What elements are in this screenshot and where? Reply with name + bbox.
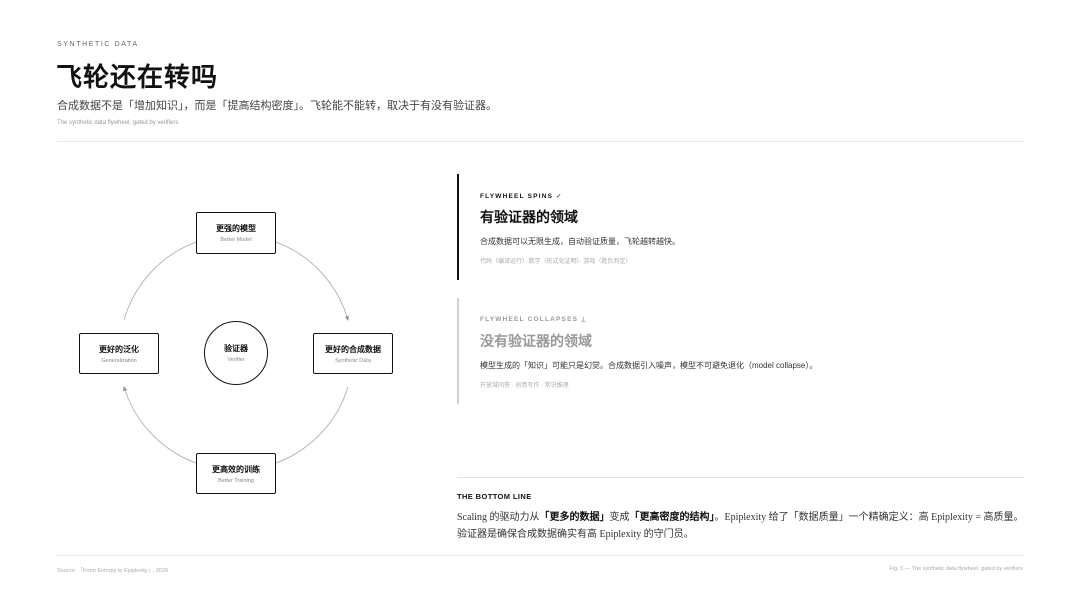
page-subtitle-en: The synthetic data flywheel, gated by ve… [57,120,179,126]
node-sublabel: Verifier [227,357,245,363]
bottom-line-label: THE BOTTOM LINE [457,492,532,501]
card-description: 合成数据可以无限生成，自动验证质量，飞轮越转越快。 [480,237,680,246]
node-label: 更好的泛化 [99,344,139,354]
arc-right-bottom [275,386,349,464]
card-flywheel-spins: FLYWHEEL SPINS ✓ 有验证器的领域 合成数据可以无限生成，自动验证… [457,174,680,280]
page-subtitle: 合成数据不是「增加知识」，而是「提高结构密度」。飞轮能不能转，取决于有没有验证器… [57,100,497,112]
card-label: FLYWHEEL SPINS ✓ [480,193,563,200]
arc-bottom-left [122,386,197,464]
eyebrow: SYNTHETIC DATA [57,41,139,48]
bottom-line-divider [457,477,1024,478]
node-label: 更好的合成数据 [325,344,381,354]
arc-top-right [275,241,350,321]
emphasis-higher-density: 「更高密度的结构」 [629,512,715,523]
node-sublabel: Synthetic Data [335,357,371,364]
node-label: 更高效的训练 [212,464,260,474]
node-sublabel: Better Model [220,237,252,243]
page-title: 飞轮还在转吗 [56,62,219,92]
node-sublabel: Generalization [101,357,137,364]
arc-left-top [123,241,197,321]
node-label: 验证器 [224,344,248,353]
footer-divider [57,555,1024,556]
emphasis-more-data: 「更多的数据」 [539,512,610,523]
node-better-model: 更强的模型 Better Model [196,212,276,254]
header-divider [57,141,1024,142]
text-run: Scaling 的驱动力从 [457,512,540,523]
card-heading: 有验证器的领域 [480,209,578,225]
node-verifier: 验证器 Verifier [204,321,268,385]
card-heading: 没有验证器的领域 [480,333,592,349]
text-run: 变成 [609,512,630,523]
node-label: 更强的模型 [216,224,256,233]
footer-figure-caption: Fig. 5 — The synthetic data flywheel, ga… [889,566,1024,572]
node-synthetic-data: 更好的合成数据 Synthetic Data [313,333,393,374]
card-flywheel-collapses: FLYWHEEL COLLAPSES ⟂ 没有验证器的领域 模型生成的「知识」可… [457,298,817,404]
node-generalization: 更好的泛化 Generalization [79,333,159,374]
footer-source: Source: 「From Entropy to Epiplexity」, 20… [57,568,169,574]
node-better-training: 更高效的训练 Better Training [196,453,276,494]
node-sublabel: Better Training [218,477,254,484]
card-description: 模型生成的「知识」可能只是幻觉。合成数据引入噪声，模型不可避免退化（model … [480,361,818,370]
bottom-line-text: Scaling 的驱动力从「更多的数据」变成「更高密度的结构」。Epiplexi… [457,509,1025,543]
card-tags: 开放域问答 · 创意写作 · 常识推理 [480,383,569,389]
card-tags: 代码（编译运行）· 数学（形式化证明）· 游戏（胜负判定） [480,259,632,265]
card-label: FLYWHEEL COLLAPSES ⟂ [480,316,587,323]
